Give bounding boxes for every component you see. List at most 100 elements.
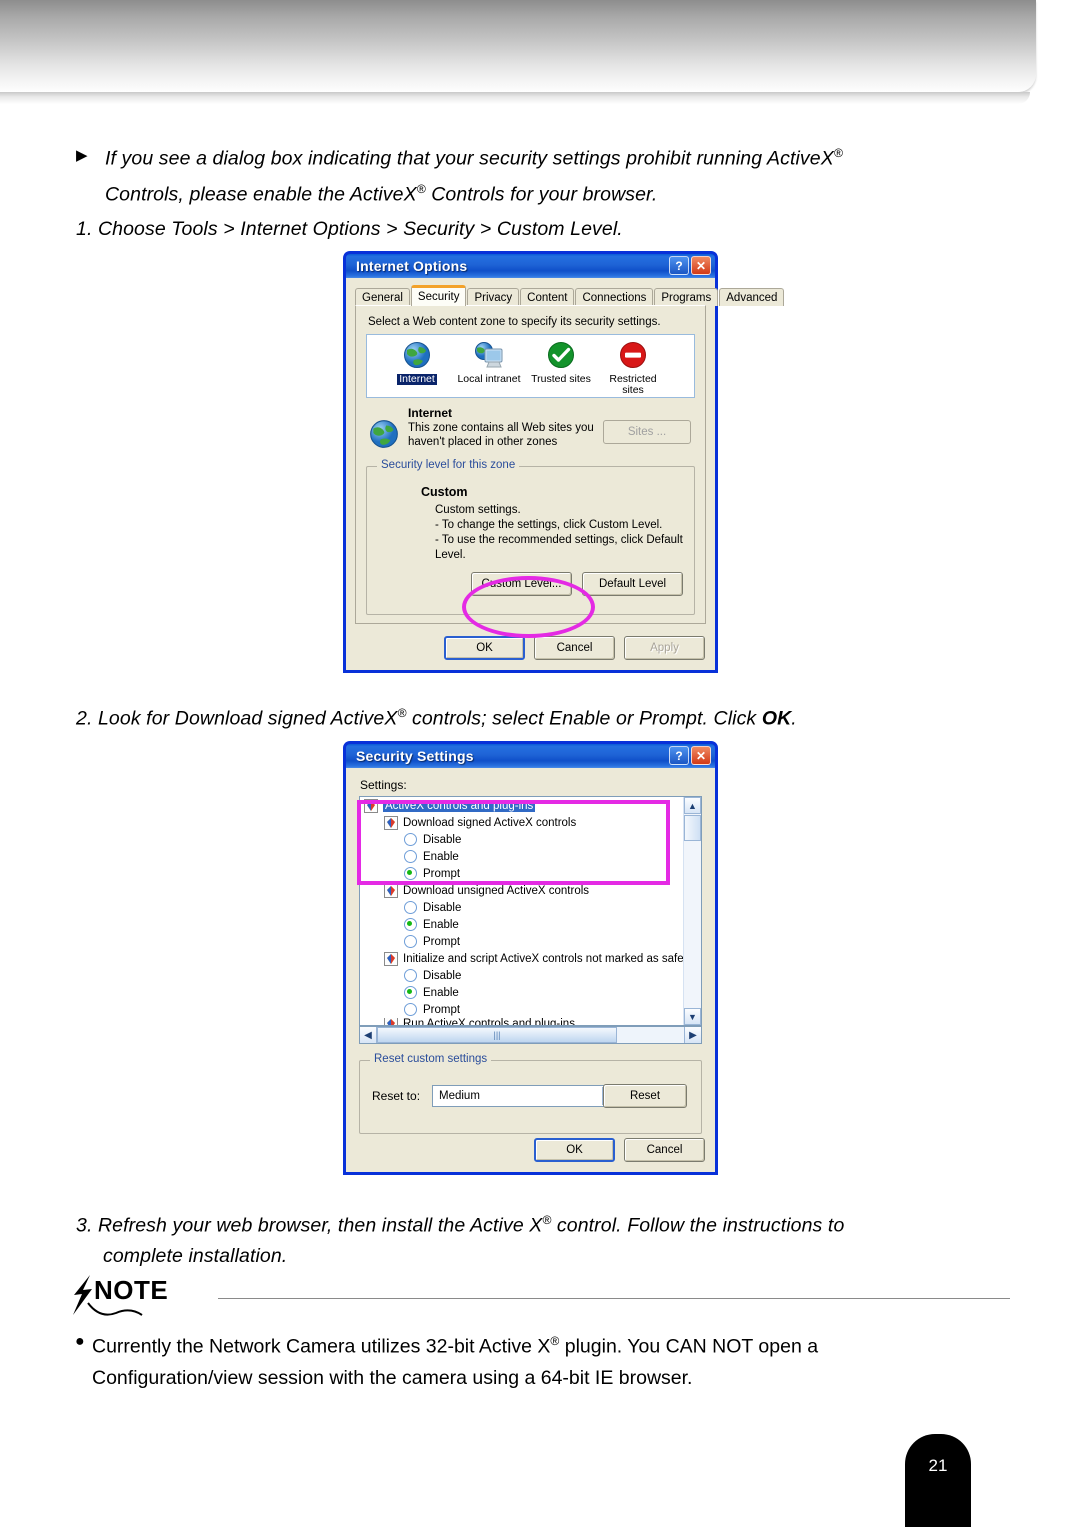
zone-local-intranet-label: Local intranet: [457, 373, 521, 385]
reset-to-value: Medium: [439, 1090, 480, 1102]
sites-button[interactable]: Sites ...: [603, 420, 691, 444]
apply-button[interactable]: Apply: [624, 636, 705, 660]
tab-privacy[interactable]: Privacy: [467, 288, 520, 306]
list-item[interactable]: Prompt: [360, 933, 684, 950]
zone-internet[interactable]: Internet: [381, 339, 453, 397]
radio-disable[interactable]: [404, 833, 417, 846]
list-item-label: Enable: [423, 918, 459, 931]
hscrollbar-thumb[interactable]: |||: [377, 1027, 617, 1043]
zone-trusted-sites-label: Trusted sites: [531, 373, 591, 385]
list-item-label: Prompt: [423, 867, 461, 880]
step-3-text-a: 3. Refresh your web browser, then instal…: [76, 1214, 543, 1237]
list-item-label: Download unsigned ActiveX controls: [403, 884, 590, 897]
registered-mark: ®: [416, 181, 426, 196]
tab-general[interactable]: General: [355, 288, 410, 306]
custom-level-button[interactable]: Custom Level...: [471, 572, 572, 596]
tab-advanced[interactable]: Advanced: [719, 288, 785, 306]
list-item-label: Prompt: [423, 1003, 461, 1016]
list-item[interactable]: Prompt: [360, 1001, 684, 1018]
list-vertical-scrollbar[interactable]: ▲ ▼: [683, 797, 701, 1025]
list-item[interactable]: Download unsigned ActiveX controls: [360, 882, 684, 899]
help-icon[interactable]: ?: [669, 256, 689, 275]
list-item[interactable]: Disable: [360, 967, 684, 984]
zone-restricted-sites[interactable]: Restricted sites: [597, 339, 669, 397]
settings-label: Settings:: [360, 778, 407, 792]
intro-text-c: Controls for your browser.: [425, 183, 658, 205]
list-item-label: Run ActiveX controls and plug-ins: [403, 1018, 575, 1025]
step-2-text: 2. Look for Download signed ActiveX® con…: [76, 698, 1006, 734]
list-item[interactable]: Download signed ActiveX controls: [360, 814, 684, 831]
note-swoosh-decoration: [86, 1301, 206, 1319]
intro-paragraph: If you see a dialog box indicating that …: [105, 138, 1005, 209]
note-line1-a: Currently the Network Camera utilizes 32…: [92, 1335, 551, 1358]
cancel-button[interactable]: Cancel: [624, 1138, 705, 1162]
close-icon[interactable]: ✕: [691, 746, 711, 765]
intro-text-b: Controls, please enable the ActiveX: [105, 183, 417, 205]
list-item-label: Disable: [423, 901, 462, 914]
level-desc-3: - To use the recommended settings, click…: [435, 534, 683, 561]
list-item-label: Disable: [423, 969, 462, 982]
radio-enable[interactable]: [404, 918, 417, 931]
step-2-text-b: controls; select Enable or Prompt. Click: [406, 707, 762, 730]
radio-disable[interactable]: [404, 901, 417, 914]
zone-internet-label: Internet: [397, 373, 437, 385]
zone-local-intranet[interactable]: Local intranet: [453, 339, 525, 397]
radio-enable[interactable]: [404, 850, 417, 863]
radio-disable[interactable]: [404, 969, 417, 982]
zone-detail-line1: This zone contains all Web sites you: [408, 422, 594, 434]
radio-prompt[interactable]: [404, 867, 417, 880]
list-item[interactable]: Enable: [360, 848, 684, 865]
cancel-button[interactable]: Cancel: [534, 636, 615, 660]
list-item[interactable]: Enable: [360, 916, 684, 933]
ok-button[interactable]: OK: [534, 1138, 615, 1162]
internet-options-titlebar: Internet Options ? ✕: [343, 251, 718, 278]
scroll-down-icon[interactable]: ▼: [684, 1008, 701, 1025]
scroll-left-icon[interactable]: ◀: [360, 1027, 377, 1043]
scrollbar-thumb[interactable]: [684, 815, 701, 841]
close-icon[interactable]: ✕: [691, 256, 711, 275]
step-1-text: 1. Choose Tools > Internet Options > Sec…: [76, 218, 623, 240]
ok-button[interactable]: OK: [444, 636, 525, 660]
scroll-right-icon[interactable]: ▶: [684, 1027, 701, 1043]
activex-category-icon: [384, 951, 398, 966]
note-line1-b: plugin. You CAN NOT open a: [559, 1335, 819, 1358]
list-horizontal-scrollbar[interactable]: ◀ ||| ▶: [359, 1026, 702, 1044]
reset-to-select[interactable]: Medium ▼: [432, 1085, 622, 1107]
radio-prompt[interactable]: [404, 935, 417, 948]
list-item-label: ActiveX controls and plug-ins: [383, 799, 536, 812]
security-settings-list[interactable]: ActiveX controls and plug-ins Download s…: [359, 796, 702, 1026]
page-number: 21: [928, 1456, 948, 1475]
tab-programs[interactable]: Programs: [654, 288, 719, 306]
registered-mark: ®: [550, 1334, 560, 1348]
reset-to-label: Reset to:: [372, 1089, 421, 1103]
list-item-label: Enable: [423, 850, 459, 863]
level-desc-1: Custom settings.: [435, 504, 521, 516]
bullet-arrow-icon: ▶: [76, 147, 88, 164]
list-item[interactable]: Disable: [360, 899, 684, 916]
list-item[interactable]: Disable: [360, 831, 684, 848]
check-circle-icon: [525, 339, 597, 371]
note-header: NOTE: [70, 1273, 1010, 1319]
step-3-text-b: control. Follow the instructions to: [551, 1214, 845, 1237]
tab-content[interactable]: Content: [520, 288, 575, 306]
step-3-line-1: 3. Refresh your web browser, then instal…: [76, 1205, 1011, 1241]
list-item[interactable]: ActiveX controls and plug-ins: [360, 797, 684, 814]
list-item[interactable]: Initialize and script ActiveX controls n…: [360, 950, 684, 967]
scroll-up-icon[interactable]: ▲: [684, 797, 701, 814]
help-icon[interactable]: ?: [669, 746, 689, 765]
zone-trusted-sites[interactable]: Trusted sites: [525, 339, 597, 397]
list-item[interactable]: Enable: [360, 984, 684, 1001]
default-level-button[interactable]: Default Level: [582, 572, 683, 596]
zone-selector: Internet Local intranet Trusted sites Re…: [366, 334, 695, 398]
list-item[interactable]: Prompt: [360, 865, 684, 882]
note-divider: [218, 1298, 1010, 1299]
radio-enable[interactable]: [404, 986, 417, 999]
reset-button[interactable]: Reset: [603, 1084, 687, 1108]
zone-detail-text: This zone contains all Web sites you hav…: [408, 421, 594, 449]
window-controls: ? ✕: [669, 256, 711, 275]
security-level-name: Custom: [421, 485, 468, 499]
radio-prompt[interactable]: [404, 1003, 417, 1016]
tab-connections[interactable]: Connections: [575, 288, 654, 306]
tab-security[interactable]: Security: [410, 285, 467, 306]
list-item[interactable]: Run ActiveX controls and plug-ins: [360, 1018, 684, 1025]
